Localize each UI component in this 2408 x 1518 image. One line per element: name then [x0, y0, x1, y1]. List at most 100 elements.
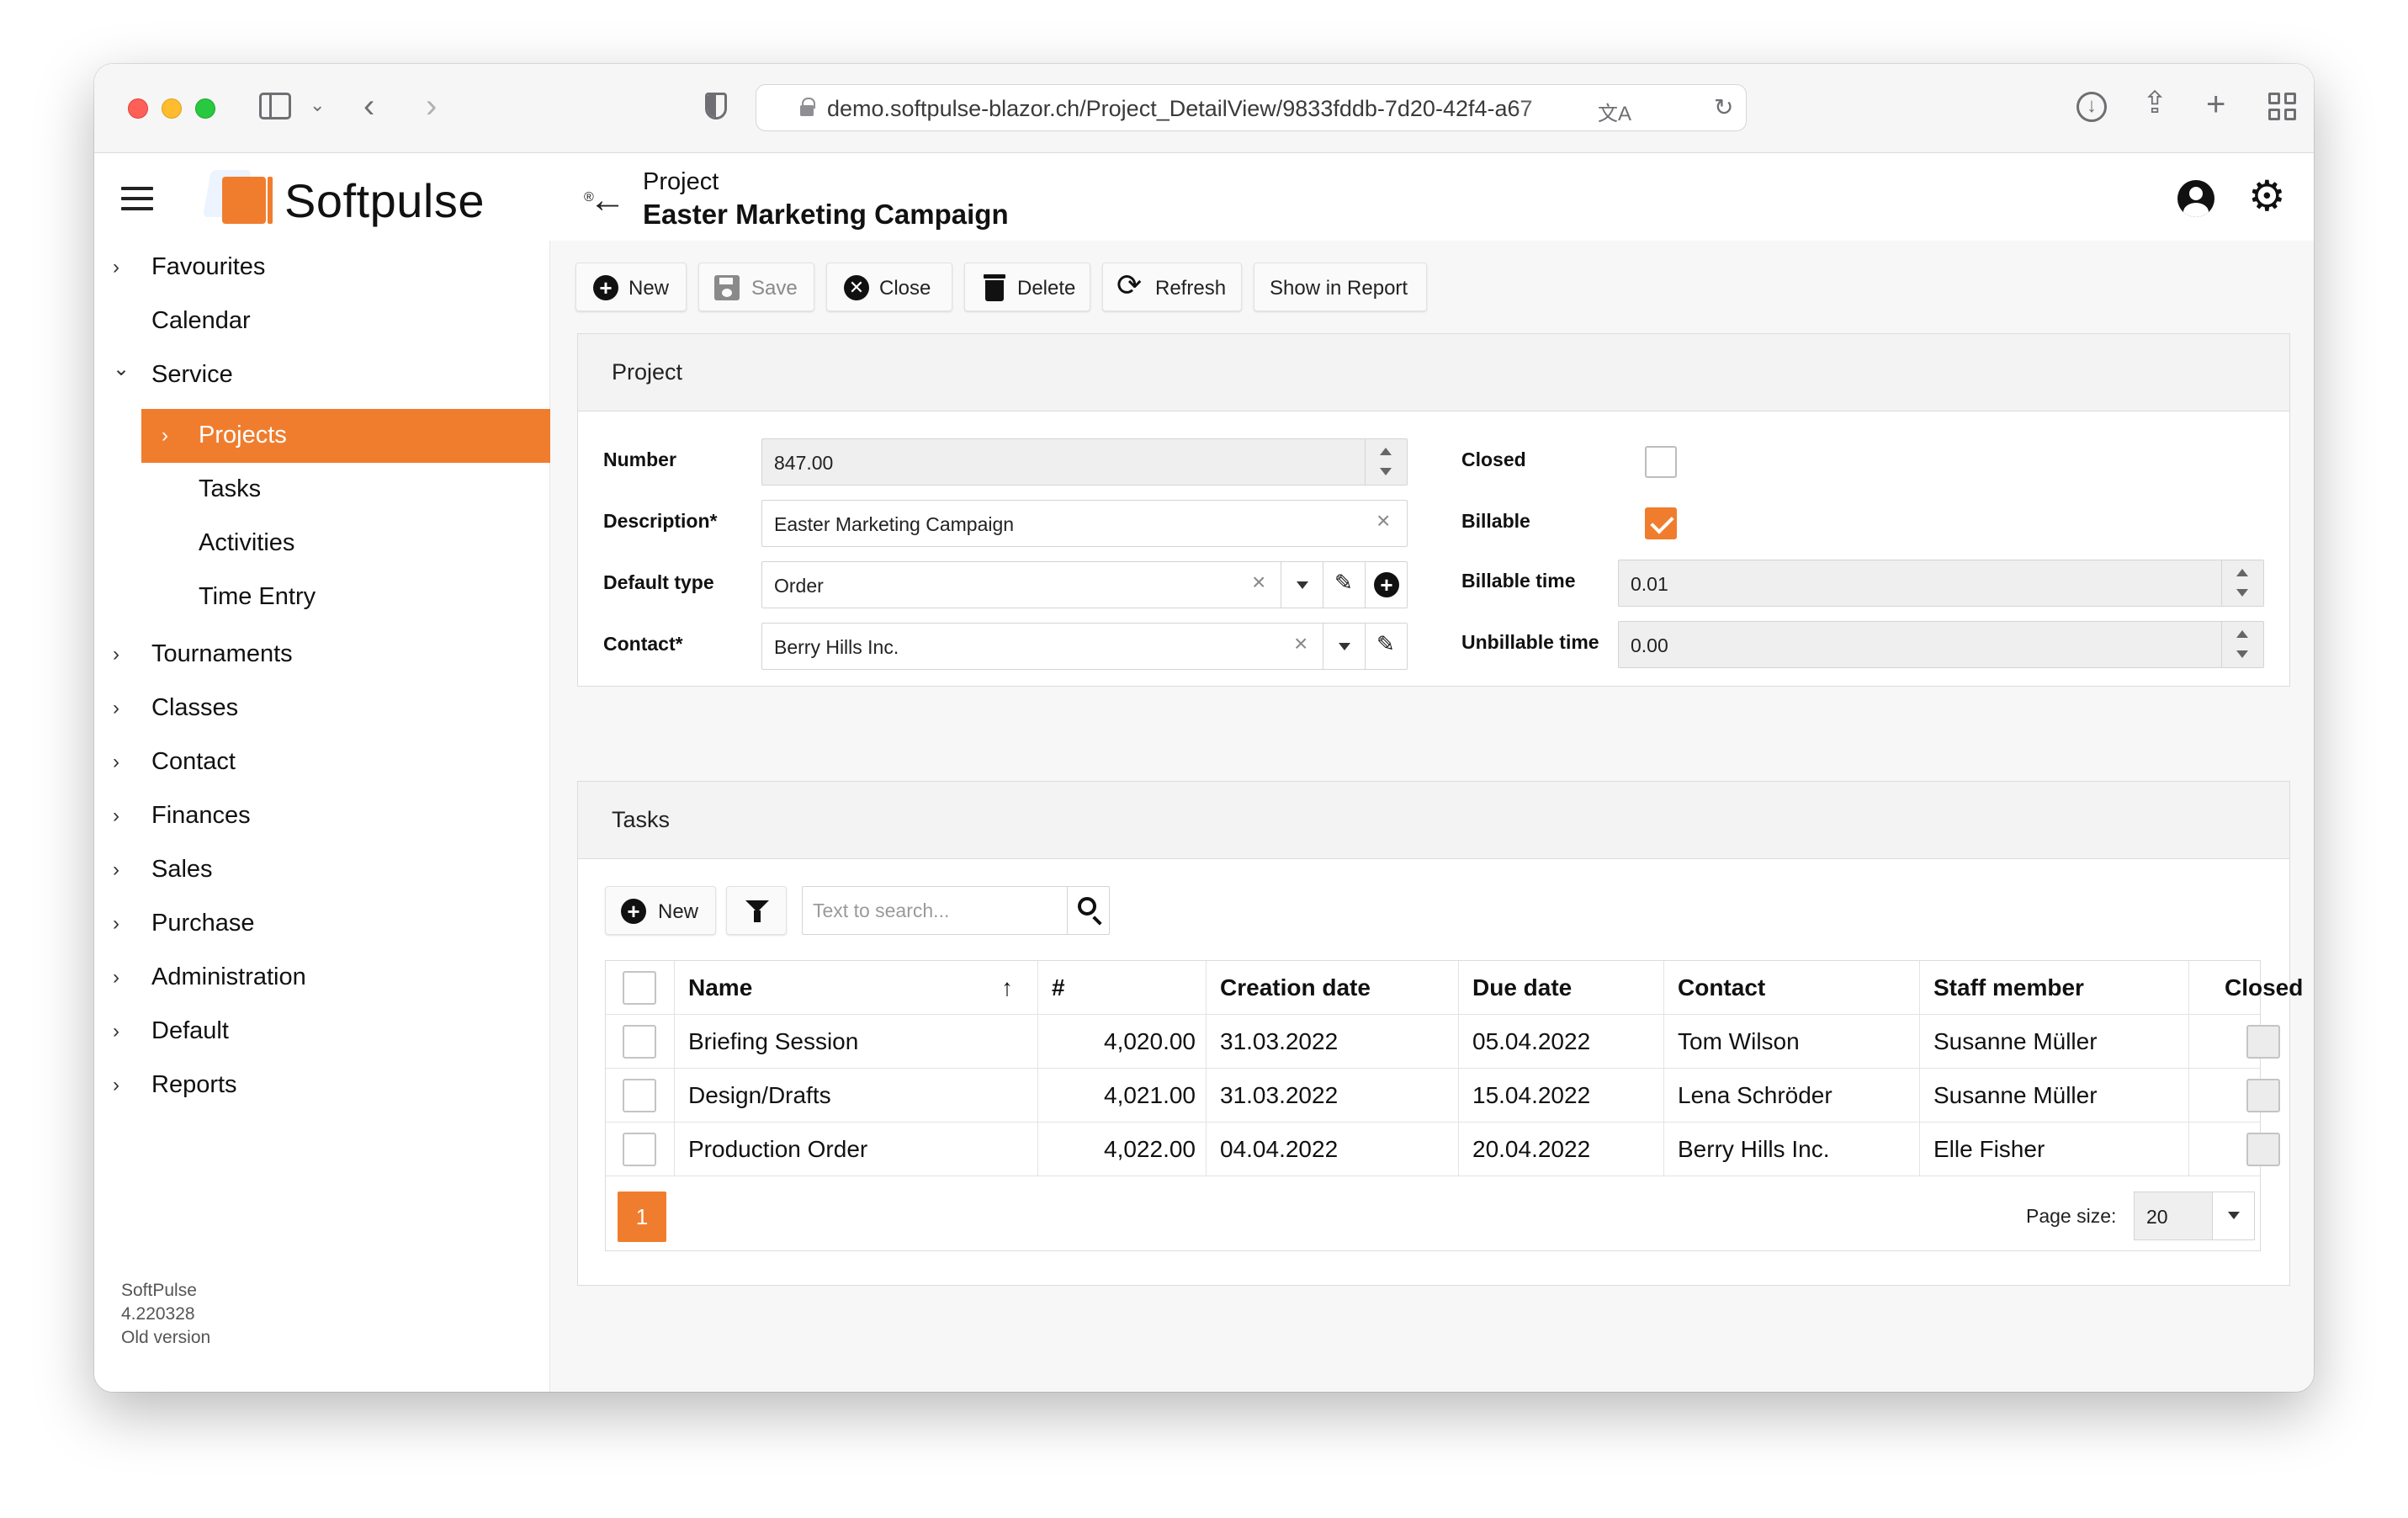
close-button[interactable]: ✕ Close [826, 263, 952, 311]
share-icon[interactable]: ⇪ [2142, 88, 2167, 118]
reload-icon[interactable]: ↻ [1714, 93, 1733, 121]
row-select-checkbox[interactable] [623, 1133, 656, 1166]
user-account-icon[interactable] [2177, 180, 2214, 217]
billable-time-field[interactable]: 0.01 [1618, 560, 2264, 607]
billable-time-stepper[interactable] [2221, 560, 2263, 606]
sidebar-item-default[interactable]: › Default [94, 1005, 550, 1059]
dropdown-button[interactable] [1281, 562, 1323, 608]
logo-mark-icon [222, 177, 273, 224]
new-task-button[interactable]: + New [605, 886, 716, 935]
clear-icon[interactable]: × [1294, 632, 1307, 656]
page-size-select[interactable]: 20 [2134, 1192, 2255, 1240]
close-window-button[interactable] [128, 98, 148, 119]
number-field[interactable]: 847.00 [761, 438, 1408, 486]
unbillable-time-stepper[interactable] [2221, 622, 2263, 667]
sidebar-item-calendar[interactable]: Calendar [94, 295, 550, 348]
task-search-input[interactable] [803, 887, 1069, 934]
sidebar-item-finances[interactable]: › Finances [94, 789, 550, 843]
sidebar-item-activities[interactable]: Activities [94, 517, 550, 571]
default-type-select[interactable]: Order × ✎ + [761, 561, 1408, 608]
table-row[interactable]: Design/Drafts 4,021.00 31.03.2022 15.04.… [606, 1069, 2280, 1123]
softpulse-logo[interactable]: Softpulse ® [197, 168, 594, 227]
project-panel-header: Project [578, 334, 2289, 411]
sidebar-toggle-icon[interactable] [259, 93, 291, 119]
sidebar-item-projects[interactable]: › Projects [141, 409, 550, 463]
dropdown-button[interactable] [1323, 624, 1365, 669]
task-name: Production Order [688, 1136, 868, 1162]
download-icon[interactable]: ↓ [2077, 92, 2107, 122]
new-tab-icon[interactable]: + [2206, 88, 2225, 121]
task-creation-date: 31.03.2022 [1220, 1082, 1339, 1108]
number-stepper[interactable] [1365, 439, 1407, 485]
minimize-window-button[interactable] [162, 98, 182, 119]
clear-icon[interactable]: × [1252, 571, 1265, 594]
gear-icon[interactable]: ⚙ [2248, 175, 2286, 217]
sidebar-item-tasks[interactable]: Tasks [94, 463, 550, 517]
closed-checkbox[interactable] [1645, 446, 1677, 478]
edit-button[interactable]: ✎ [1365, 624, 1407, 669]
address-bar[interactable]: demo.softpulse-blazor.ch/Project_DetailV… [756, 84, 1747, 131]
sidebar-item-tournaments[interactable]: › Tournaments [94, 628, 550, 682]
sidebar-item-reports[interactable]: › Reports [94, 1059, 550, 1112]
back-nav-icon[interactable]: ‹ [363, 89, 374, 123]
logo-text: Softpulse [284, 174, 485, 227]
edit-button[interactable]: ✎ [1323, 562, 1365, 608]
sidebar-item-favourites[interactable]: › Favourites [94, 241, 550, 295]
lock-icon [800, 98, 815, 116]
search-button[interactable] [1067, 887, 1109, 934]
plus-circle-icon: + [1374, 572, 1399, 597]
sidebar-item-time-entry[interactable]: Time Entry [94, 571, 550, 624]
shield-icon[interactable] [705, 93, 727, 119]
select-all-checkbox[interactable] [623, 971, 656, 1005]
zoom-window-button[interactable] [195, 98, 215, 119]
translate-icon[interactable]: 文A [1598, 97, 1631, 126]
back-arrow-icon[interactable]: ← [589, 182, 626, 219]
tab-overview-icon[interactable] [2268, 93, 2297, 121]
sidebar-item-sales[interactable]: › Sales [94, 843, 550, 897]
show-in-report-button[interactable]: Show in Report [1254, 263, 1427, 311]
sidebar-item-service[interactable]: ⌄ Service [94, 348, 550, 402]
column-creation-date[interactable]: Creation date [1207, 961, 1459, 1015]
column-number[interactable]: # [1038, 961, 1207, 1015]
column-name[interactable]: Name ↑ [675, 961, 1038, 1015]
chevron-right-icon: › [113, 912, 119, 935]
old-version-link[interactable]: Old version [121, 1326, 210, 1350]
sidebar-item-administration[interactable]: › Administration [94, 951, 550, 1005]
add-button[interactable]: + [1365, 562, 1407, 608]
dropdown-button[interactable] [2212, 1192, 2254, 1239]
refresh-button[interactable]: ⟳ Refresh [1102, 263, 1242, 311]
delete-button[interactable]: Delete [964, 263, 1090, 311]
row-select-checkbox[interactable] [623, 1079, 656, 1112]
new-button[interactable]: + New [575, 263, 687, 311]
tasks-panel-header: Tasks [578, 782, 2289, 859]
sort-ascending-icon[interactable]: ↑ [1001, 974, 1013, 1001]
save-button[interactable]: Save [698, 263, 814, 311]
table-row[interactable]: Briefing Session 4,020.00 31.03.2022 05.… [606, 1015, 2280, 1069]
sidebar-item-contact[interactable]: › Contact [94, 735, 550, 789]
contact-select[interactable]: Berry Hills Inc. × ✎ [761, 623, 1408, 670]
task-staff-member: Elle Fisher [1933, 1136, 2045, 1162]
description-field[interactable]: Easter Marketing Campaign × [761, 500, 1408, 547]
table-row[interactable]: Production Order 4,022.00 04.04.2022 20.… [606, 1123, 2280, 1176]
chevron-down-icon[interactable]: ⌄ [310, 96, 325, 114]
sidebar-item-purchase[interactable]: › Purchase [94, 897, 550, 951]
column-due-date[interactable]: Due date [1459, 961, 1664, 1015]
filter-button[interactable] [726, 886, 787, 935]
column-staff-member[interactable]: Staff member [1920, 961, 2189, 1015]
description-label: Description* [603, 510, 718, 532]
page-button-1[interactable]: 1 [618, 1192, 666, 1242]
forward-nav-icon[interactable]: › [426, 89, 437, 123]
version-product: SoftPulse [121, 1281, 197, 1300]
close-circle-icon: ✕ [844, 275, 869, 300]
column-closed[interactable]: Closed [2189, 961, 2314, 1015]
pencil-icon: ✎ [1334, 570, 1353, 595]
row-select-checkbox[interactable] [623, 1025, 656, 1059]
save-icon [714, 275, 740, 300]
billable-checkbox[interactable] [1645, 507, 1677, 539]
menu-icon[interactable] [121, 187, 153, 210]
sidebar-item-classes[interactable]: › Classes [94, 682, 550, 735]
column-contact[interactable]: Contact [1664, 961, 1920, 1015]
unbillable-time-field[interactable]: 0.00 [1618, 621, 2264, 668]
clear-icon[interactable]: × [1376, 509, 1390, 533]
task-search[interactable] [802, 886, 1110, 935]
